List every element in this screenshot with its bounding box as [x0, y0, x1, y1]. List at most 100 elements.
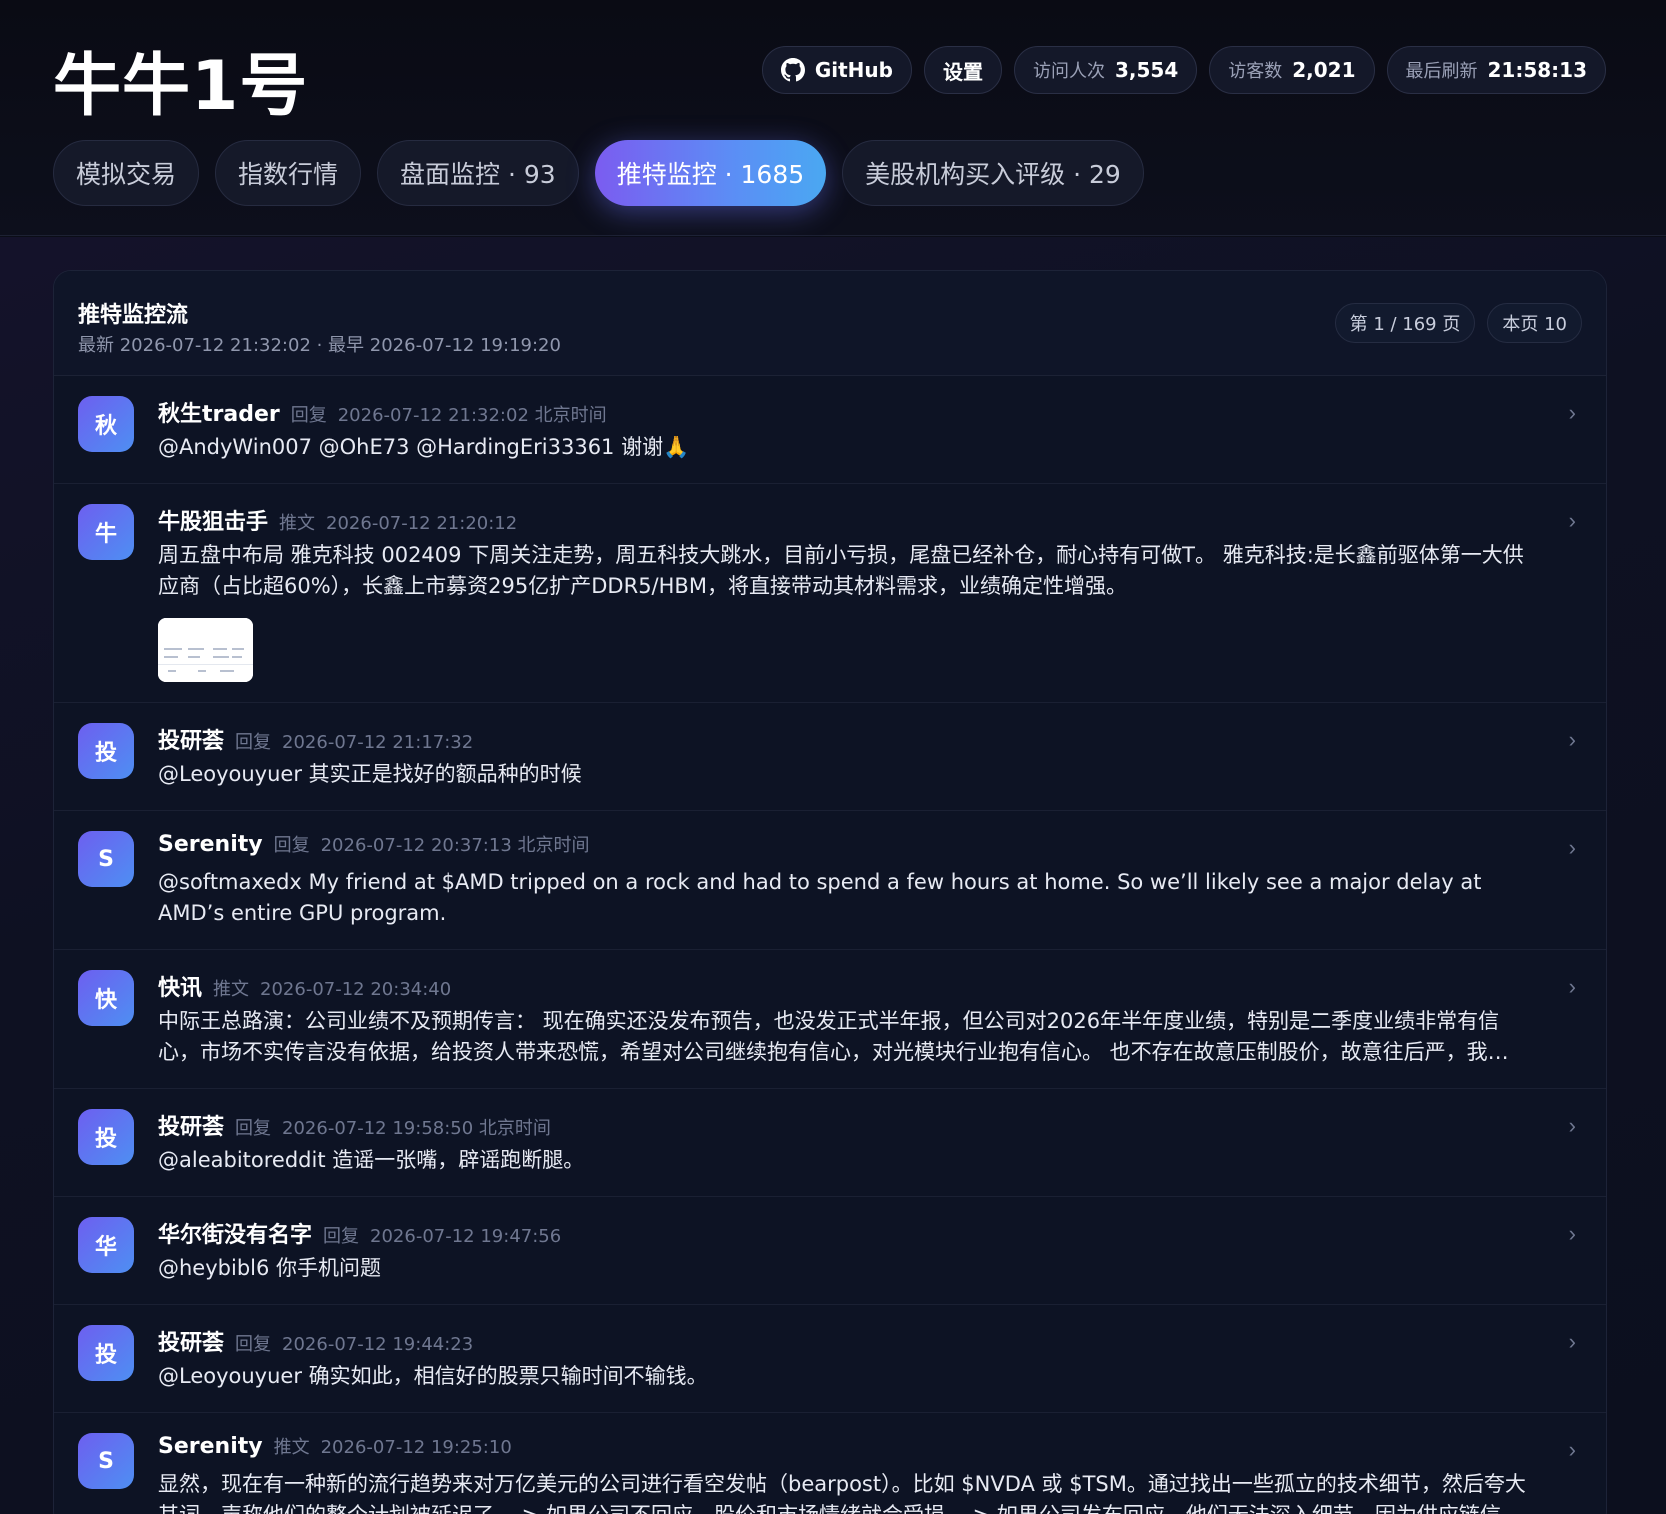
post-time: 2026-07-12 21:20:12	[326, 513, 518, 534]
feed-item[interactable]: 秋 秋生trader 回复 2026-07-12 21:32:02 北京时间 @…	[54, 376, 1606, 484]
post-text: @AndyWin007 @OhE73 @HardingEri33361 谢谢🙏	[158, 435, 690, 459]
author-name: Serenity	[158, 1434, 263, 1459]
avatar: S	[78, 831, 134, 887]
item-meta: 快讯 推文 2026-07-12 20:34:40	[158, 970, 1526, 1001]
post-text: 周五盘中布局 雅克科技 002409 下周关注走势，周五科技大跳水，目前小亏损，…	[158, 543, 1524, 598]
feed-item[interactable]: S Serenity 推文 2026-07-12 19:25:10 显然，现在有…	[54, 1413, 1606, 1514]
feed-list: 秋 秋生trader 回复 2026-07-12 21:32:02 北京时间 @…	[54, 376, 1606, 1514]
author-name: 秋生trader	[158, 402, 280, 427]
tab-twitter-monitor[interactable]: 推特监控 · 1685	[594, 140, 827, 206]
feed-item[interactable]: 华 华尔街没有名字 回复 2026-07-12 19:47:56 @heybib…	[54, 1197, 1606, 1305]
post-text: @Leoyouyuer 确实如此，相信好的股票只输时间不输钱。	[158, 1364, 708, 1388]
post-time: 2026-07-12 19:47:56	[370, 1226, 562, 1247]
chevron-right-icon[interactable]: ›	[1569, 835, 1576, 861]
item-meta: Serenity 推文 2026-07-12 19:25:10	[158, 1433, 1526, 1461]
feed-item[interactable]: 投 投研荟 回复 2026-07-12 19:44:23 @Leoyouyuer…	[54, 1305, 1606, 1413]
post-time: 2026-07-12 19:44:23	[282, 1334, 474, 1355]
post-time: 2026-07-12 19:25:10	[320, 1437, 512, 1458]
image-preview-icon	[158, 618, 253, 682]
chevron-right-icon[interactable]: ›	[1569, 727, 1576, 753]
chevron-right-icon[interactable]: ›	[1569, 1329, 1576, 1355]
post-kind: 回复	[273, 835, 310, 856]
visitors-value: 2,021	[1292, 58, 1356, 82]
post-time: 2026-07-12 20:34:40	[260, 979, 452, 1000]
panel-subtitle: 最新 2026-07-12 21:32:02 · 最早 2026-07-12 1…	[78, 335, 561, 356]
github-label: GitHub	[814, 58, 893, 82]
feed-item[interactable]: 快 快讯 推文 2026-07-12 20:34:40 中际王总路演：公司业绩不…	[54, 950, 1606, 1089]
post-time: 2026-07-12 21:17:32	[282, 732, 474, 753]
post-kind: 回复	[290, 405, 327, 426]
author-name: 投研荟	[158, 1115, 225, 1140]
author-name: Serenity	[158, 832, 263, 857]
post-time: 2026-07-12 21:32:02 北京时间	[337, 405, 607, 426]
chevron-right-icon[interactable]: ›	[1569, 1221, 1576, 1247]
settings-button[interactable]: 设置	[923, 46, 1002, 94]
post-kind: 回复	[235, 1118, 272, 1139]
feed-item[interactable]: 投 投研荟 回复 2026-07-12 19:58:50 北京时间 @aleab…	[54, 1089, 1606, 1197]
post-kind: 推文	[279, 513, 316, 534]
post-kind: 回复	[235, 732, 272, 753]
avatar: 投	[78, 1109, 134, 1165]
visits-label: 访问人次	[1032, 61, 1105, 82]
post-text: @softmaxedx My friend at $AMD tripped on…	[158, 870, 1482, 925]
page-indicator: 第 1 / 169 页	[1334, 303, 1476, 343]
header-chips: GitHub 设置 访问人次 3,554 访客数 2,021 最后刷新 21:5…	[761, 46, 1606, 94]
tab-sim-trading[interactable]: 模拟交易	[53, 140, 200, 206]
avatar: S	[78, 1433, 134, 1489]
tab-index-quotes[interactable]: 指数行情	[215, 140, 362, 206]
page-count: 本页 10	[1487, 303, 1582, 343]
post-text: @heybibl6 你手机问题	[158, 1256, 382, 1280]
github-button[interactable]: GitHub	[761, 46, 912, 94]
item-meta: 牛股狙击手 推文 2026-07-12 21:20:12	[158, 504, 1526, 535]
avatar: 快	[78, 970, 134, 1026]
feed-item[interactable]: 牛 牛股狙击手 推文 2026-07-12 21:20:12 周五盘中布局 雅克…	[54, 484, 1606, 703]
refresh-stat: 最后刷新 21:58:13	[1386, 46, 1606, 94]
post-text: @Leoyouyuer 其实正是找好的额品种的时候	[158, 762, 582, 786]
refresh-label: 最后刷新	[1405, 61, 1478, 82]
post-time: 2026-07-12 20:37:13 北京时间	[320, 835, 590, 856]
panel-header: 推特监控流 最新 2026-07-12 21:32:02 · 最早 2026-0…	[54, 271, 1606, 376]
post-kind: 推文	[213, 979, 250, 1000]
post-text: 显然，现在有一种新的流行趋势来对万亿美元的公司进行看空发帖（bearpost）。…	[158, 1472, 1526, 1514]
panel-title: 推特监控流	[78, 303, 189, 328]
item-meta: 投研荟 回复 2026-07-12 21:17:32	[158, 723, 1526, 754]
post-kind: 推文	[273, 1437, 310, 1458]
chevron-right-icon[interactable]: ›	[1569, 1437, 1576, 1463]
author-name: 牛股狙击手	[158, 510, 269, 535]
post-image-thumbnail[interactable]	[158, 618, 253, 682]
avatar: 投	[78, 723, 134, 779]
chevron-right-icon[interactable]: ›	[1569, 1113, 1576, 1139]
tab-bar: 模拟交易 指数行情 盘面监控 · 93 推特监控 · 1685 美股机构买入评级…	[53, 140, 1144, 206]
post-text: @aleabitoreddit 造谣一张嘴，辟谣跑断腿。	[158, 1148, 585, 1172]
app-title: 牛牛1号	[53, 47, 309, 126]
tab-market-monitor[interactable]: 盘面监控 · 93	[377, 140, 579, 206]
post-time: 2026-07-12 19:58:50 北京时间	[282, 1118, 551, 1139]
post-kind: 回复	[235, 1334, 272, 1355]
avatar: 投	[78, 1325, 134, 1381]
chevron-right-icon[interactable]: ›	[1569, 400, 1576, 426]
visits-value: 3,554	[1114, 58, 1179, 82]
avatar: 牛	[78, 504, 134, 560]
visitors-stat: 访客数 2,021	[1209, 46, 1375, 94]
refresh-value: 21:58:13	[1487, 58, 1588, 82]
post-kind: 回复	[323, 1226, 360, 1247]
feed-item[interactable]: 投 投研荟 回复 2026-07-12 21:17:32 @Leoyouyuer…	[54, 703, 1606, 811]
author-name: 投研荟	[158, 1331, 225, 1356]
feed-item[interactable]: S Serenity 回复 2026-07-12 20:37:13 北京时间 @…	[54, 811, 1606, 950]
item-meta: 秋生trader 回复 2026-07-12 21:32:02 北京时间	[158, 396, 1526, 427]
author-name: 华尔街没有名字	[158, 1223, 313, 1248]
chevron-right-icon[interactable]: ›	[1569, 508, 1576, 534]
twitter-feed-panel: 推特监控流 最新 2026-07-12 21:32:02 · 最早 2026-0…	[53, 270, 1607, 1514]
item-meta: 投研荟 回复 2026-07-12 19:58:50 北京时间	[158, 1109, 1526, 1140]
tab-us-ratings[interactable]: 美股机构买入评级 · 29	[842, 140, 1144, 206]
item-meta: 投研荟 回复 2026-07-12 19:44:23	[158, 1325, 1526, 1356]
visitors-label: 访客数	[1228, 61, 1283, 82]
top-bar: 牛牛1号 GitHub 设置 访问人次 3,554 访客数 2,021 最后刷新…	[0, 0, 1666, 236]
author-name: 快讯	[158, 976, 203, 1001]
post-text: 中际王总路演：公司业绩不及预期传言： 现在确实还没发布预告，也没发正式半年报，但…	[158, 1009, 1509, 1064]
panel-pagination: 第 1 / 169 页 本页 10	[1334, 303, 1582, 343]
avatar: 华	[78, 1217, 134, 1273]
chevron-right-icon[interactable]: ›	[1569, 974, 1576, 1000]
avatar: 秋	[78, 396, 134, 452]
item-meta: Serenity 回复 2026-07-12 20:37:13 北京时间	[158, 831, 1526, 859]
